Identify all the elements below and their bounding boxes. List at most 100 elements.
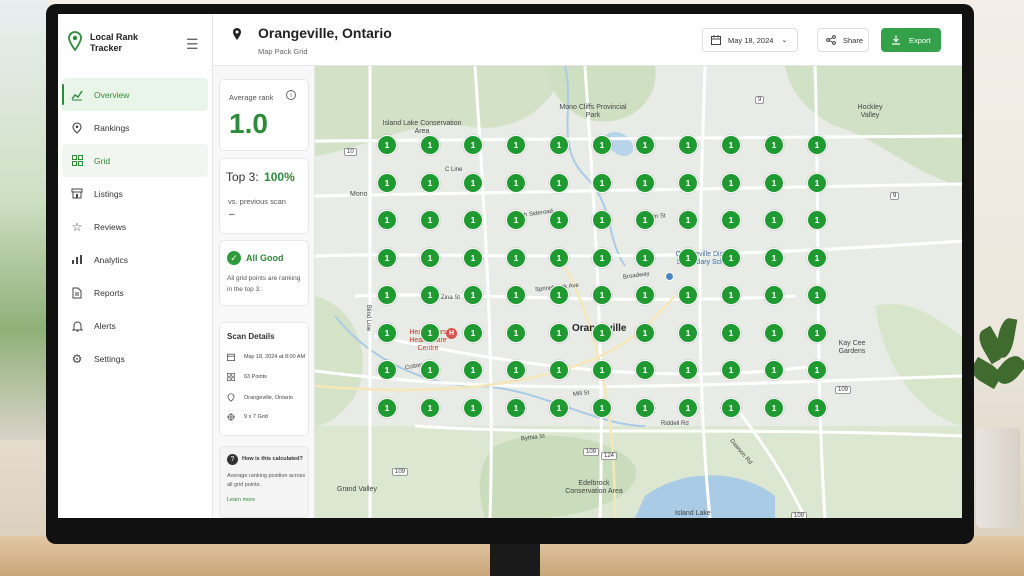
rank-marker[interactable]: 1 bbox=[764, 360, 784, 380]
rank-marker[interactable]: 1 bbox=[420, 135, 440, 155]
rank-marker[interactable]: 1 bbox=[721, 172, 741, 193]
rank-marker[interactable]: 1 bbox=[549, 135, 569, 155]
rank-marker[interactable]: 1 bbox=[635, 172, 655, 193]
rank-marker[interactable]: 1 bbox=[420, 397, 440, 418]
sidebar-item-overview[interactable]: Overview bbox=[62, 78, 208, 111]
rank-marker[interactable]: 1 bbox=[764, 247, 784, 268]
rank-marker[interactable]: 1 bbox=[420, 247, 440, 268]
sidebar-item-alerts[interactable]: Alerts bbox=[62, 309, 208, 342]
rank-marker[interactable]: 1 bbox=[549, 247, 569, 268]
rank-marker[interactable]: 1 bbox=[506, 247, 526, 268]
share-button[interactable]: Share bbox=[817, 28, 869, 52]
rank-marker[interactable]: 1 bbox=[377, 210, 397, 230]
rank-marker[interactable]: 1 bbox=[678, 210, 698, 230]
rank-marker[interactable]: 1 bbox=[506, 210, 526, 230]
rank-marker[interactable]: 1 bbox=[592, 285, 612, 305]
rank-marker[interactable]: 1 bbox=[549, 397, 569, 418]
rank-marker[interactable]: 1 bbox=[678, 360, 698, 380]
hamburger-menu-icon[interactable]: ☰ bbox=[186, 36, 199, 53]
rank-marker[interactable]: 1 bbox=[549, 322, 569, 343]
rank-marker[interactable]: 1 bbox=[764, 285, 784, 305]
rank-marker[interactable]: 1 bbox=[463, 172, 483, 193]
rank-marker[interactable]: 1 bbox=[420, 210, 440, 230]
rank-marker[interactable]: 1 bbox=[635, 210, 655, 230]
rank-marker[interactable]: 1 bbox=[807, 285, 827, 305]
rank-marker[interactable]: 1 bbox=[807, 135, 827, 155]
rank-marker[interactable]: 1 bbox=[678, 397, 698, 418]
rank-marker[interactable]: 1 bbox=[420, 322, 440, 343]
sidebar-item-reports[interactable]: Reports bbox=[62, 276, 208, 309]
rank-marker[interactable]: 1 bbox=[463, 247, 483, 268]
rank-marker[interactable]: 1 bbox=[807, 322, 827, 343]
rank-marker[interactable]: 1 bbox=[506, 322, 526, 343]
rank-marker[interactable]: 1 bbox=[721, 285, 741, 305]
rank-marker[interactable]: 1 bbox=[807, 397, 827, 418]
map-view[interactable]: Mono Cliffs Provincial Park Island Lake … bbox=[315, 66, 962, 518]
rank-marker[interactable]: 1 bbox=[506, 360, 526, 380]
sidebar-item-rankings[interactable]: Rankings bbox=[62, 111, 208, 144]
rank-marker[interactable]: 1 bbox=[420, 360, 440, 380]
rank-marker[interactable]: 1 bbox=[721, 247, 741, 268]
sidebar-item-settings[interactable]: ⚙ Settings bbox=[62, 342, 208, 375]
rank-marker[interactable]: 1 bbox=[592, 360, 612, 380]
rank-marker[interactable]: 1 bbox=[678, 172, 698, 193]
info-icon[interactable]: i bbox=[286, 90, 296, 100]
rank-marker[interactable]: 1 bbox=[807, 360, 827, 380]
rank-marker[interactable]: 1 bbox=[463, 322, 483, 343]
rank-marker[interactable]: 1 bbox=[377, 360, 397, 380]
rank-marker[interactable]: 1 bbox=[377, 135, 397, 155]
rank-marker[interactable]: 1 bbox=[764, 172, 784, 193]
rank-marker[interactable]: 1 bbox=[635, 360, 655, 380]
rank-marker[interactable]: 1 bbox=[377, 285, 397, 305]
rank-marker[interactable]: 1 bbox=[592, 172, 612, 193]
rank-marker[interactable]: 1 bbox=[764, 135, 784, 155]
export-button[interactable]: Export bbox=[881, 28, 941, 52]
rank-marker[interactable]: 1 bbox=[807, 247, 827, 268]
rank-marker[interactable]: 1 bbox=[635, 285, 655, 305]
rank-marker[interactable]: 1 bbox=[377, 397, 397, 418]
rank-marker[interactable]: 1 bbox=[463, 210, 483, 230]
sidebar-item-listings[interactable]: Listings bbox=[62, 177, 208, 210]
rank-marker[interactable]: 1 bbox=[678, 135, 698, 155]
rank-marker[interactable]: 1 bbox=[420, 172, 440, 193]
rank-marker[interactable]: 1 bbox=[807, 172, 827, 193]
learn-more-link[interactable]: Learn more bbox=[227, 497, 255, 503]
rank-marker[interactable]: 1 bbox=[721, 397, 741, 418]
brand[interactable]: Local Rank Tracker ☰ bbox=[68, 28, 208, 68]
rank-marker[interactable]: 1 bbox=[592, 322, 612, 343]
rank-marker[interactable]: 1 bbox=[592, 247, 612, 268]
rank-marker[interactable]: 1 bbox=[635, 247, 655, 268]
date-picker-button[interactable]: May 18, 2024 ⌄ bbox=[702, 28, 798, 52]
rank-marker[interactable]: 1 bbox=[377, 322, 397, 343]
rank-marker[interactable]: 1 bbox=[463, 397, 483, 418]
rank-marker[interactable]: 1 bbox=[721, 360, 741, 380]
rank-marker[interactable]: 1 bbox=[506, 135, 526, 155]
sidebar-item-grid[interactable]: Grid bbox=[62, 144, 208, 177]
rank-marker[interactable]: 1 bbox=[764, 210, 784, 230]
sidebar-item-analytics[interactable]: Analytics bbox=[62, 243, 208, 276]
rank-marker[interactable]: 1 bbox=[635, 397, 655, 418]
rank-marker[interactable]: 1 bbox=[549, 360, 569, 380]
rank-marker[interactable]: 1 bbox=[678, 322, 698, 343]
rank-marker[interactable]: 1 bbox=[635, 135, 655, 155]
rank-marker[interactable]: 1 bbox=[721, 135, 741, 155]
rank-marker[interactable]: 1 bbox=[506, 172, 526, 193]
rank-marker[interactable]: 1 bbox=[764, 397, 784, 418]
rank-marker[interactable]: 1 bbox=[807, 210, 827, 230]
rank-marker[interactable]: 1 bbox=[678, 247, 698, 268]
rank-marker[interactable]: 1 bbox=[463, 285, 483, 305]
rank-marker[interactable]: 1 bbox=[420, 285, 440, 305]
rank-marker[interactable]: 1 bbox=[549, 285, 569, 305]
rank-marker[interactable]: 1 bbox=[463, 135, 483, 155]
rank-marker[interactable]: 1 bbox=[506, 285, 526, 305]
rank-marker[interactable]: 1 bbox=[377, 172, 397, 193]
rank-marker[interactable]: 1 bbox=[635, 322, 655, 343]
rank-marker[interactable]: 1 bbox=[592, 210, 612, 230]
rank-marker[interactable]: 1 bbox=[678, 285, 698, 305]
rank-marker[interactable]: 1 bbox=[549, 172, 569, 193]
rank-marker[interactable]: 1 bbox=[549, 210, 569, 230]
rank-marker[interactable]: 1 bbox=[377, 247, 397, 268]
rank-marker[interactable]: 1 bbox=[721, 210, 741, 230]
rank-marker[interactable]: 1 bbox=[764, 322, 784, 343]
rank-marker[interactable]: 1 bbox=[506, 397, 526, 418]
